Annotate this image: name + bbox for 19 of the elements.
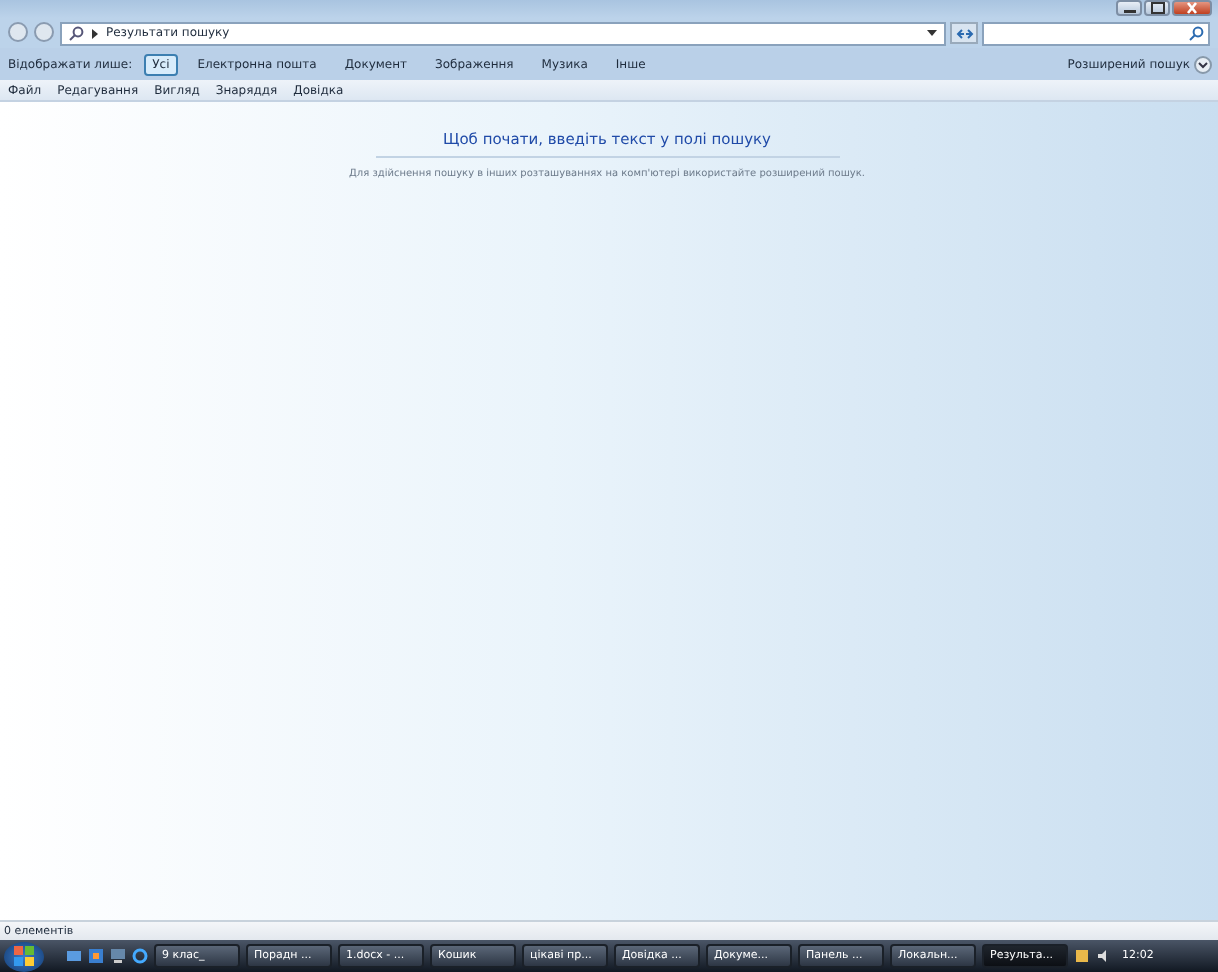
desktop-icon[interactable] — [66, 948, 82, 964]
search-icon — [1188, 25, 1204, 41]
search-icon — [68, 25, 84, 41]
minimize-button[interactable] — [1116, 0, 1142, 16]
refresh-icon — [955, 25, 973, 41]
speaker-icon — [1096, 948, 1112, 964]
dropdown-icon — [926, 28, 938, 38]
maximize-button[interactable] — [1144, 0, 1170, 16]
monitor-icon[interactable] — [110, 948, 126, 964]
chevron-icon — [90, 27, 100, 39]
chevron-down-icon — [1194, 55, 1212, 73]
maximize-icon — [1149, 2, 1165, 14]
search-field[interactable] — [982, 21, 1210, 45]
refresh-button[interactable] — [950, 22, 978, 44]
media-icon[interactable] — [88, 948, 104, 964]
windows-logo-icon — [12, 944, 36, 968]
close-button[interactable] — [1172, 0, 1212, 16]
close-icon — [1184, 2, 1200, 14]
start-button[interactable] — [4, 941, 44, 971]
